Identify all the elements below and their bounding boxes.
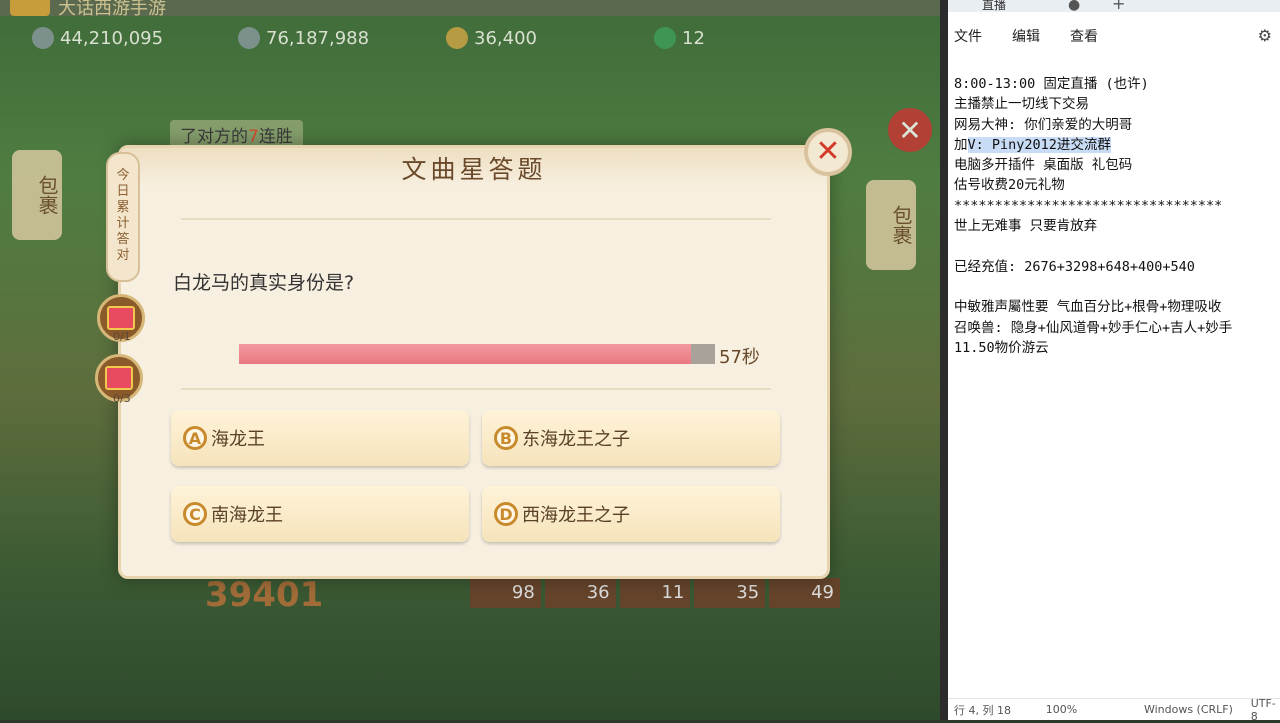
timer-bar bbox=[239, 344, 715, 364]
option-b-button[interactable]: B 东海龙王之子 bbox=[482, 410, 780, 466]
game-window: 大话西游手游 44,210,095 76,187,988 36,400 12 了… bbox=[0, 0, 940, 720]
score-value: 39401 bbox=[205, 575, 324, 615]
divider bbox=[181, 388, 771, 390]
item-strip: 98 36 11 35 49 bbox=[470, 578, 840, 608]
notepad-window: 直播 ● + 文件 编辑 查看 ⚙ 8:00-13:00 固定直播 (也许) 主播… bbox=[940, 0, 1280, 723]
unsaved-dot-icon: ● bbox=[1068, 0, 1081, 13]
line-ending: Windows (CRLF) bbox=[1143, 703, 1233, 716]
option-letter: B bbox=[494, 426, 518, 450]
jade-icon bbox=[654, 27, 676, 49]
tab-live[interactable]: 直播 bbox=[982, 0, 1006, 13]
option-text: 海龙王 bbox=[211, 429, 265, 450]
option-c-button[interactable]: C 南海龙王 bbox=[171, 486, 469, 542]
background-close-icon[interactable]: ✕ bbox=[888, 108, 932, 152]
close-icon: ✕ bbox=[815, 134, 841, 169]
text-line[interactable]: 召唤兽: 隐身+仙风道骨+妙手仁心+吉人+妙手 bbox=[954, 318, 1280, 338]
option-letter: D bbox=[494, 502, 518, 526]
bag-panel-left[interactable]: 包裹 bbox=[12, 150, 62, 240]
game-title: 大话西游手游 bbox=[58, 0, 166, 19]
ribbon-label: 今日累计答对 bbox=[116, 168, 130, 263]
text-line[interactable]: 电脑多开插件 桌面版 礼包码 bbox=[954, 155, 1280, 175]
text-line[interactable]: 估号收费20元礼物 bbox=[954, 175, 1280, 195]
gold-coin-icon bbox=[446, 27, 468, 49]
tab-bar: 直播 ● + bbox=[948, 0, 1280, 13]
timer-fill bbox=[239, 344, 692, 364]
option-a-button[interactable]: A 海龙王 bbox=[171, 410, 469, 466]
encoding: UTF-8 bbox=[1250, 696, 1276, 723]
silver-pile-icon bbox=[238, 27, 260, 49]
timer-text: 57秒 bbox=[719, 347, 760, 368]
status-bar: 行 4, 列 18 100% Windows (CRLF) UTF-8 bbox=[948, 696, 1280, 723]
text-line[interactable]: 11.50物价游云 bbox=[954, 338, 1280, 358]
resource-gold: 36,400 bbox=[446, 26, 537, 50]
close-button[interactable]: ✕ bbox=[804, 128, 852, 176]
game-logo-icon bbox=[10, 0, 50, 16]
text-line[interactable]: 世上无难事 只要肯放弃 bbox=[954, 216, 1280, 236]
dialog-title: 文曲星答题 bbox=[401, 155, 547, 184]
option-text: 西海龙王之子 bbox=[522, 505, 630, 526]
quiz-dialog: 文曲星答题 ✕ 白龙马的真实身份是? 57秒 A 海龙王 B 东海龙王之子 C … bbox=[118, 128, 852, 579]
item-count[interactable]: 11 bbox=[619, 578, 691, 608]
menu-file[interactable]: 文件 bbox=[954, 26, 982, 50]
text-line[interactable]: 网易大神: 你们亲爱的大明哥 bbox=[954, 115, 1280, 135]
menu-bar: 文件 编辑 查看 bbox=[948, 26, 1280, 50]
text-line[interactable]: 加V: Piny2012进交流群 bbox=[954, 135, 1280, 155]
new-tab-icon[interactable]: + bbox=[1112, 0, 1125, 13]
gift-count: 0/3 bbox=[113, 392, 131, 405]
text-line[interactable] bbox=[954, 236, 1280, 256]
cursor-position: 行 4, 列 18 bbox=[954, 703, 1011, 717]
item-count[interactable]: 49 bbox=[769, 578, 840, 608]
option-letter: A bbox=[183, 426, 207, 450]
selected-text[interactable]: V: Piny2012进交流群 bbox=[967, 136, 1111, 153]
question-text: 白龙马的真实身份是? bbox=[173, 272, 355, 294]
item-count[interactable]: 35 bbox=[694, 578, 766, 608]
text-line[interactable]: ********************************* bbox=[954, 196, 1280, 216]
option-text: 东海龙王之子 bbox=[522, 429, 630, 450]
menu-view[interactable]: 查看 bbox=[1070, 26, 1098, 50]
gear-icon[interactable]: ⚙ bbox=[1258, 26, 1272, 45]
text-area[interactable]: 8:00-13:00 固定直播 (也许) 主播禁止一切线下交易 网易大神: 你们亲爱… bbox=[954, 74, 1280, 358]
text-line[interactable] bbox=[954, 277, 1280, 297]
resource-jade: 12 bbox=[654, 26, 705, 50]
bag-panel-right[interactable]: 包裹 bbox=[866, 180, 916, 270]
divider bbox=[181, 218, 771, 220]
item-count[interactable]: 98 bbox=[470, 578, 541, 608]
gift-count: 0/1 bbox=[113, 330, 131, 343]
resource-silver: 44,210,095 bbox=[32, 26, 163, 50]
resource-silver-pile: 76,187,988 bbox=[238, 26, 369, 50]
silver-coin-icon bbox=[32, 27, 54, 49]
option-d-button[interactable]: D 西海龙王之子 bbox=[482, 486, 780, 542]
menu-edit[interactable]: 编辑 bbox=[1012, 26, 1040, 50]
daily-correct-ribbon: 今日累计答对 bbox=[106, 152, 140, 282]
text-line[interactable]: 已经充值: 2676+3298+648+400+540 bbox=[954, 257, 1280, 277]
option-text: 南海龙王 bbox=[211, 505, 283, 526]
zoom-level: 100% bbox=[1045, 703, 1078, 716]
text-line[interactable]: 主播禁止一切线下交易 bbox=[954, 94, 1280, 114]
item-count[interactable]: 36 bbox=[544, 578, 616, 608]
text-line[interactable]: 中敏雅声屬性要 气血百分比+根骨+物理吸收 bbox=[954, 297, 1280, 317]
option-letter: C bbox=[183, 502, 207, 526]
text-line[interactable]: 8:00-13:00 固定直播 (也许) bbox=[954, 74, 1280, 94]
